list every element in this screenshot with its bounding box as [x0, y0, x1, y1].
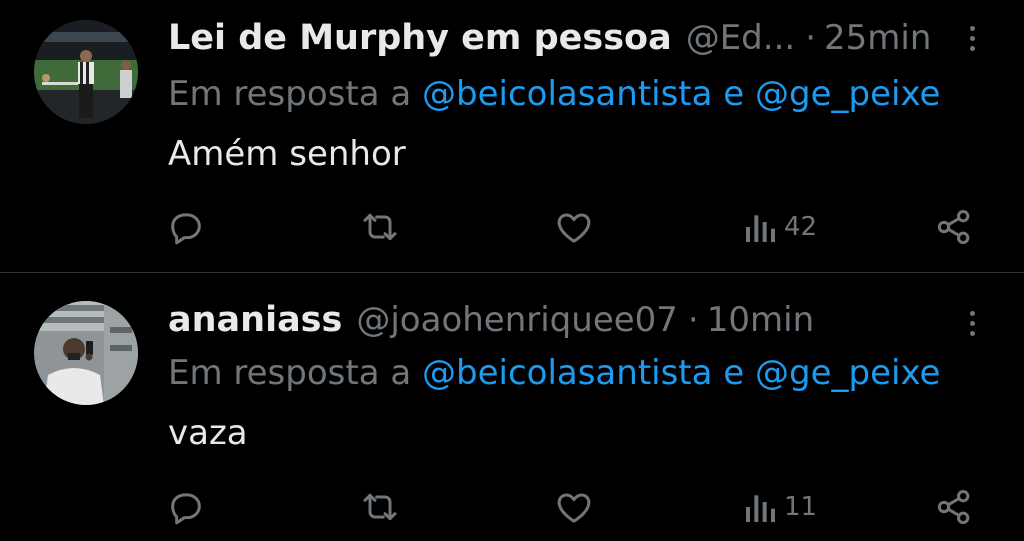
avatar[interactable]	[34, 20, 138, 124]
action-bar: 42	[0, 204, 1024, 250]
more-options-icon[interactable]	[962, 303, 982, 343]
avatar[interactable]	[34, 301, 138, 405]
mention-conjunction: e	[723, 74, 745, 114]
like-button[interactable]	[554, 484, 594, 530]
views-button[interactable]: 42	[744, 204, 817, 250]
retweet-icon	[363, 493, 397, 521]
tweet-header: ananiass @joaohenriquee07 · 10min	[168, 300, 814, 340]
mention-link[interactable]: @beicolasantista	[422, 74, 712, 114]
mention-conjunction: e	[723, 353, 745, 393]
mention-link[interactable]: @ge_peixe	[755, 74, 940, 114]
display-name[interactable]: Lei de Murphy em pessoa	[168, 18, 672, 58]
reply-button[interactable]	[166, 204, 206, 250]
separator-dot: ·	[687, 300, 699, 340]
user-handle[interactable]: @joaohenriquee07	[356, 300, 678, 340]
reply-prefix: Em resposta a	[168, 353, 412, 393]
reply-context: Em resposta a @beicolasantista e @ge_pei…	[168, 353, 940, 393]
reply-icon	[171, 493, 201, 525]
views-button[interactable]: 11	[744, 484, 817, 530]
timestamp[interactable]: 10min	[707, 300, 814, 340]
tweet[interactable]: ananiass @joaohenriquee07 · 10min Em res…	[0, 273, 1024, 541]
mention-link[interactable]: @ge_peixe	[755, 353, 940, 393]
reply-prefix: Em resposta a	[168, 74, 412, 114]
share-button[interactable]	[934, 484, 974, 530]
more-options-icon[interactable]	[962, 18, 982, 58]
tweet-text: Amém senhor	[168, 134, 406, 174]
reply-button[interactable]	[166, 484, 206, 530]
like-button[interactable]	[554, 204, 594, 250]
tweet-header: Lei de Murphy em pessoa @Ed... · 25min	[168, 18, 931, 58]
reply-icon	[171, 213, 201, 245]
display-name[interactable]: ananiass	[168, 300, 342, 340]
retweet-icon	[363, 213, 397, 241]
user-handle[interactable]: @Ed...	[686, 18, 796, 58]
view-count: 11	[784, 492, 818, 522]
like-icon	[557, 213, 591, 243]
views-icon	[746, 495, 775, 522]
retweet-button[interactable]	[360, 484, 400, 530]
share-button[interactable]	[934, 204, 974, 250]
share-icon	[937, 210, 970, 244]
tweet-text: vaza	[168, 413, 248, 453]
retweet-button[interactable]	[360, 204, 400, 250]
view-count: 42	[784, 212, 818, 242]
share-icon	[937, 490, 970, 524]
like-icon	[557, 493, 591, 523]
reply-context: Em resposta a @beicolasantista e @ge_pei…	[168, 74, 940, 114]
mention-link[interactable]: @beicolasantista	[422, 353, 712, 393]
tweet[interactable]: Lei de Murphy em pessoa @Ed... · 25min E…	[0, 0, 1024, 273]
timestamp[interactable]: 25min	[824, 18, 931, 58]
views-icon	[746, 215, 775, 242]
action-bar: 11	[0, 484, 1024, 530]
separator-dot: ·	[805, 18, 817, 58]
